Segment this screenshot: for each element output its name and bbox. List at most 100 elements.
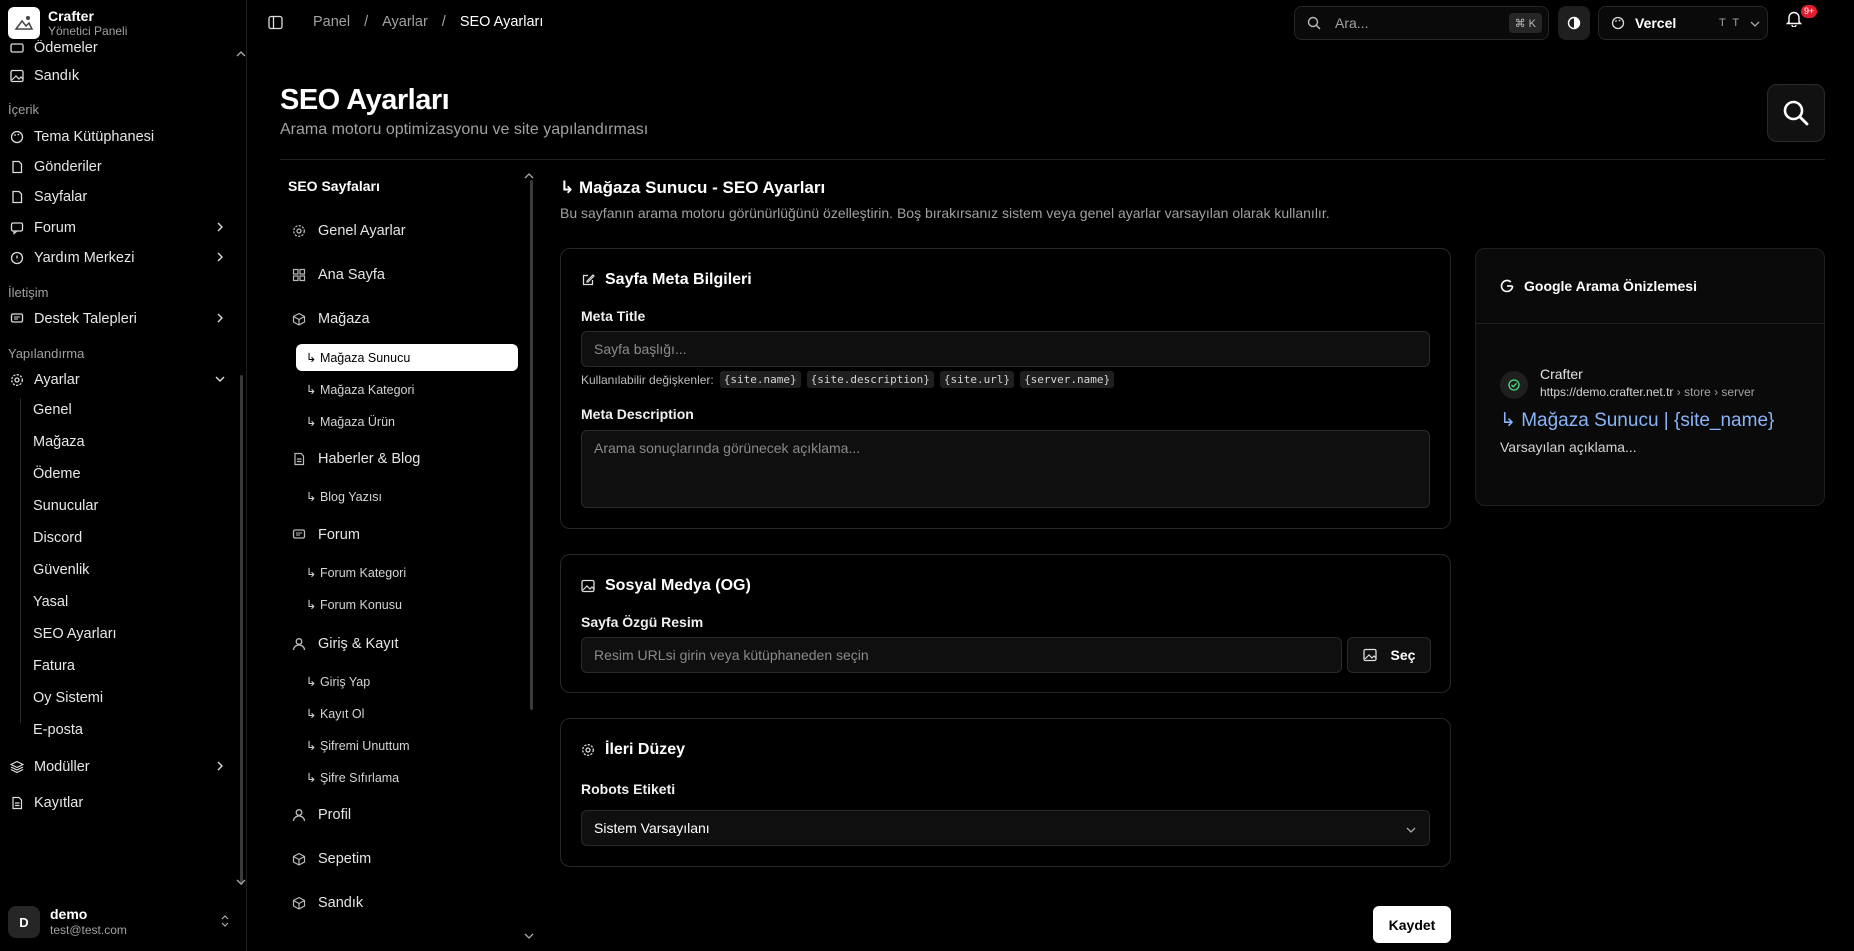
layers-icon: [10, 760, 24, 774]
brand[interactable]: Crafter Yönetici Paneli: [8, 6, 127, 40]
preview-result-title[interactable]: ↳ Mağaza Sunucu | {site_name}: [1500, 409, 1774, 432]
seo-pages-title: SEO Sayfaları: [288, 178, 380, 194]
breadcrumb-item[interactable]: Ayarlar: [382, 14, 428, 30]
meta-description-textarea[interactable]: [594, 440, 1429, 488]
user-icon: [292, 808, 306, 822]
preview-result-description: Varsayılan açıklama...: [1500, 439, 1637, 455]
image-icon: [1362, 648, 1377, 662]
sidebar-item-sandik[interactable]: Sandık: [8, 62, 232, 90]
sidebar-item-settings[interactable]: Ayarlar: [8, 366, 232, 394]
seo-page-store-category[interactable]: ↳ Mağaza Kategori: [296, 376, 518, 403]
breadcrumb-item[interactable]: Panel: [313, 14, 350, 30]
sidebar: Crafter Yönetici Paneli Ödemeler Sandık …: [0, 0, 247, 951]
meta-description-field[interactable]: [581, 430, 1430, 508]
seo-search-button[interactable]: [1767, 84, 1825, 142]
seo-page-chest[interactable]: Sandık: [292, 889, 517, 917]
seo-page-forum-category[interactable]: ↳ Forum Kategori: [296, 559, 518, 586]
preview-url-path: › store › server: [1673, 385, 1755, 399]
scroll-down-icon[interactable]: [236, 878, 246, 886]
sidebar-item-posts[interactable]: Gönderiler: [8, 153, 232, 181]
deploy-selector[interactable]: Vercel T T: [1598, 6, 1768, 40]
bell-icon[interactable]: [1786, 10, 1802, 27]
seo-page-profile[interactable]: Profil: [292, 801, 517, 829]
sidebar-subitem-servers[interactable]: Sunucular: [33, 498, 98, 514]
user-menu[interactable]: D demo test@test.com: [8, 900, 240, 944]
global-search[interactable]: ⌘ K: [1294, 6, 1549, 40]
seo-page-store-product[interactable]: ↳ Mağaza Ürün: [296, 408, 518, 435]
sidebar-item-payments[interactable]: Ödemeler: [8, 40, 232, 62]
sidebar-item-support[interactable]: Destek Talepleri: [8, 305, 232, 333]
sidebar-item-forum[interactable]: Forum: [8, 214, 232, 242]
sidebar-item-pages[interactable]: Sayfalar: [8, 183, 232, 211]
sidebar-subitem-payment[interactable]: Ödeme: [33, 466, 81, 482]
seo-page-general[interactable]: Genel Ayarlar: [292, 217, 517, 245]
seo-page-forum-topic[interactable]: ↳ Forum Konusu: [296, 591, 518, 618]
seo-page-store[interactable]: Mağaza: [292, 305, 517, 333]
seo-page-store-server[interactable]: ↳ Mağaza Sunucu: [296, 344, 518, 371]
deploy-name: Vercel: [1635, 15, 1677, 31]
variable-chip[interactable]: {site.description}: [806, 371, 934, 388]
sidebar-toggle-icon[interactable]: [268, 15, 283, 30]
sidebar-item-theme-library[interactable]: Tema Kütüphanesi: [8, 123, 232, 151]
sidebar-subitem-email[interactable]: E-posta: [33, 722, 83, 738]
save-button[interactable]: Kaydet: [1373, 906, 1451, 943]
meta-title-label: Meta Title: [581, 308, 646, 324]
sidebar-subitem-vote[interactable]: Oy Sistemi: [33, 690, 103, 706]
variable-chip[interactable]: {site.url}: [939, 371, 1015, 388]
seo-page-forum[interactable]: Forum: [292, 521, 517, 549]
seo-page-forgot-password[interactable]: ↳ Şifremi Unuttum: [296, 732, 518, 759]
seo-page-cart[interactable]: Sepetim: [292, 845, 517, 873]
meta-title-field[interactable]: [581, 331, 1430, 367]
og-image-input[interactable]: [594, 647, 1341, 663]
group-label-config: Yapılandırma: [8, 346, 85, 361]
search-input[interactable]: [1335, 15, 1495, 31]
seo-page-blog-post[interactable]: ↳ Blog Yazısı: [296, 483, 518, 510]
chevron-down-icon: [1405, 824, 1417, 836]
sidebar-item-label: Yardım Merkezi: [34, 250, 135, 266]
scroll-down-icon[interactable]: [524, 932, 534, 940]
scroll-up-icon[interactable]: [236, 50, 246, 58]
og-card: Sosyal Medya (OG) Sayfa Özgü Resim Seç: [560, 554, 1451, 693]
sidebar-subitem-seo[interactable]: SEO Ayarları: [33, 626, 117, 642]
seo-list-scrollbar[interactable]: [530, 180, 533, 710]
breadcrumb: Panel / Ayarlar / SEO Ayarları: [313, 14, 543, 30]
og-select-button[interactable]: Seç: [1347, 637, 1431, 673]
breadcrumb-current: SEO Ayarları: [459, 14, 544, 30]
seo-page-auth[interactable]: Giriş & Kayıt: [292, 630, 517, 658]
seo-page-label: Mağaza: [318, 311, 370, 327]
seo-page-register[interactable]: ↳ Kayıt Ol: [296, 700, 518, 727]
sidebar-item-label: Modüller: [34, 759, 90, 775]
sidebar-subitem-invoice[interactable]: Fatura: [33, 658, 75, 674]
sidebar-subitem-general[interactable]: Genel: [33, 402, 72, 418]
gear-icon: [581, 743, 595, 757]
sidebar-subitem-store[interactable]: Mağaza: [33, 434, 85, 450]
sidebar-scrollbar[interactable]: [240, 375, 243, 885]
sidebar-item-label: Forum: [34, 220, 76, 236]
sidebar-subitem-discord[interactable]: Discord: [33, 530, 82, 546]
scroll-up-icon[interactable]: [524, 172, 534, 180]
meta-title-input[interactable]: [594, 341, 1429, 357]
seo-page-news[interactable]: Haberler & Blog: [292, 445, 517, 473]
seo-page-login[interactable]: ↳ Giriş Yap: [296, 668, 518, 695]
seo-page-label: Giriş & Kayıt: [318, 636, 399, 652]
theme-toggle-button[interactable]: [1558, 6, 1590, 40]
variable-chip[interactable]: {server.name}: [1020, 371, 1115, 388]
avatar: D: [8, 906, 40, 938]
robots-select[interactable]: Sistem Varsayılanı: [581, 810, 1430, 846]
seo-page-reset-password[interactable]: ↳ Şifre Sıfırlama: [296, 764, 518, 791]
sidebar-item-logs[interactable]: Kayıtlar: [8, 789, 232, 817]
sidebar-subitem-legal[interactable]: Yasal: [33, 594, 68, 610]
variable-chip[interactable]: {site.name}: [719, 371, 801, 388]
top-header: Panel / Ayarlar / SEO Ayarları ⌘ K Verce…: [248, 0, 1854, 46]
seo-page-home[interactable]: Ana Sayfa: [292, 261, 517, 289]
file-icon: [10, 190, 24, 204]
page-title: SEO Ayarları: [280, 84, 450, 116]
sidebar-item-help-center[interactable]: Yardım Merkezi: [8, 244, 232, 272]
chevron-down-icon: [214, 373, 226, 385]
sidebar-item-modules[interactable]: Modüller: [8, 753, 232, 781]
og-image-field[interactable]: [581, 637, 1342, 673]
sidebar-item-label: Ödemeler: [34, 40, 98, 56]
variables-label: Kullanılabilir değişkenler:: [581, 372, 714, 387]
sidebar-subitem-security[interactable]: Güvenlik: [33, 562, 89, 578]
deploy-badge: T T: [1719, 17, 1742, 29]
